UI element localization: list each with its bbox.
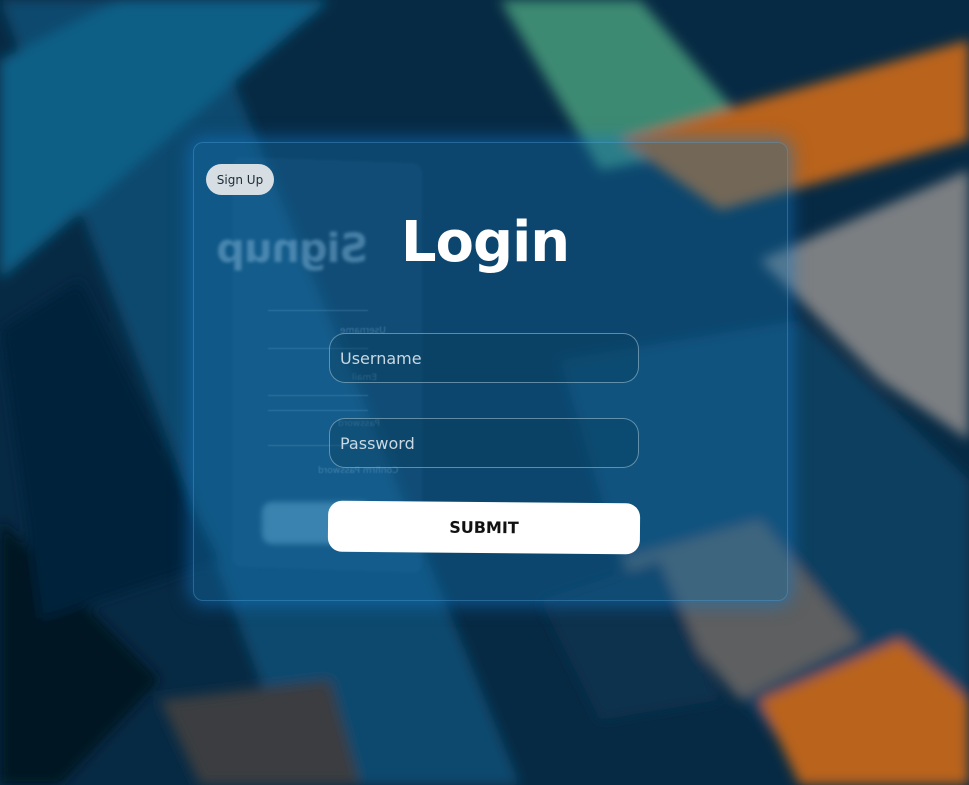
login-title: Login: [400, 210, 570, 275]
username-input[interactable]: [329, 333, 639, 383]
submit-button[interactable]: SUBMIT: [327, 500, 641, 555]
sign-up-button[interactable]: Sign Up: [206, 164, 274, 195]
password-input[interactable]: [329, 418, 639, 468]
